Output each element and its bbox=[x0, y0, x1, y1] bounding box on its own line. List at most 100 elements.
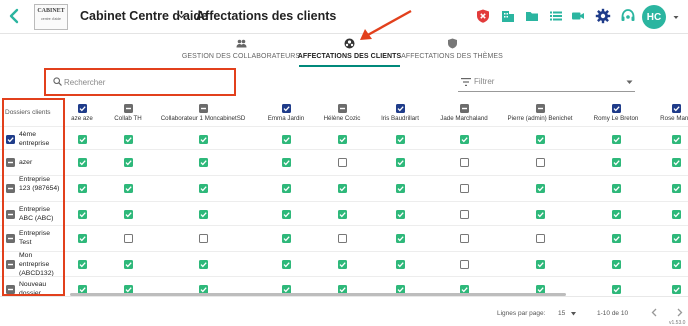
shield-alert-icon[interactable] bbox=[476, 9, 490, 23]
assignment-checkbox[interactable] bbox=[460, 210, 469, 219]
assignment-checkbox[interactable] bbox=[672, 184, 681, 193]
assignment-checkbox[interactable] bbox=[199, 158, 208, 167]
assignment-checkbox[interactable] bbox=[282, 210, 291, 219]
assignment-checkbox[interactable] bbox=[78, 158, 87, 167]
assignment-checkbox[interactable] bbox=[536, 210, 545, 219]
assignment-checkbox[interactable] bbox=[338, 158, 347, 167]
assignment-checkbox[interactable] bbox=[672, 135, 681, 144]
assignment-checkbox[interactable] bbox=[536, 234, 545, 243]
row-divider bbox=[0, 201, 688, 202]
assignment-checkbox[interactable] bbox=[612, 210, 621, 219]
filter-label: Filtrer bbox=[474, 77, 495, 86]
assignment-checkbox[interactable] bbox=[282, 234, 291, 243]
avatar[interactable]: HC bbox=[642, 5, 666, 29]
assignment-checkbox[interactable] bbox=[396, 158, 405, 167]
assignment-checkbox[interactable] bbox=[396, 210, 405, 219]
assignment-checkbox[interactable] bbox=[672, 234, 681, 243]
column-header-label: Jade Marchaland bbox=[440, 115, 488, 122]
assignment-checkbox[interactable] bbox=[124, 158, 133, 167]
column-select-all-checkbox[interactable] bbox=[612, 104, 621, 113]
assignment-checkbox[interactable] bbox=[612, 184, 621, 193]
chevron-left-icon[interactable] bbox=[650, 308, 658, 317]
assignment-checkbox[interactable] bbox=[338, 184, 347, 193]
assignment-checkbox[interactable] bbox=[460, 135, 469, 144]
assignment-checkbox[interactable] bbox=[536, 135, 545, 144]
app-title[interactable]: Cabinet Centre d'aide bbox=[80, 9, 208, 23]
assignment-checkbox[interactable] bbox=[78, 234, 87, 243]
column-header-label: Emma Jardin bbox=[267, 115, 305, 122]
assignment-checkbox[interactable] bbox=[536, 158, 545, 167]
assignment-checkbox[interactable] bbox=[612, 285, 621, 294]
chevron-down-icon[interactable] bbox=[178, 13, 185, 19]
assignment-checkbox[interactable] bbox=[199, 234, 208, 243]
support-headset-icon[interactable] bbox=[620, 8, 636, 24]
column-select-all-checkbox[interactable] bbox=[536, 104, 545, 113]
assignment-checkbox[interactable] bbox=[672, 285, 681, 294]
assignment-checkbox[interactable] bbox=[396, 184, 405, 193]
tab-gestion-collaborateurs[interactable]: GESTION DES COLLABORATEURS bbox=[182, 37, 300, 67]
column-select-all-checkbox[interactable] bbox=[460, 104, 469, 113]
folder-icon[interactable] bbox=[525, 9, 539, 23]
assignment-checkbox[interactable] bbox=[460, 158, 469, 167]
assignment-checkbox[interactable] bbox=[536, 260, 545, 269]
assignment-checkbox[interactable] bbox=[396, 234, 405, 243]
assignment-checkbox[interactable] bbox=[612, 158, 621, 167]
assignment-checkbox[interactable] bbox=[672, 260, 681, 269]
assignment-checkbox[interactable] bbox=[78, 184, 87, 193]
chevron-down-icon[interactable] bbox=[673, 15, 679, 20]
assignment-checkbox[interactable] bbox=[338, 234, 347, 243]
assignment-checkbox[interactable] bbox=[338, 135, 347, 144]
active-tab-indicator bbox=[299, 65, 400, 67]
assignment-checkbox[interactable] bbox=[338, 260, 347, 269]
rows-per-page-select[interactable]: 15 bbox=[558, 310, 565, 317]
assignment-checkbox[interactable] bbox=[124, 210, 133, 219]
video-icon[interactable] bbox=[571, 9, 585, 23]
column-select-all-checkbox[interactable] bbox=[282, 104, 291, 113]
assignment-checkbox[interactable] bbox=[282, 184, 291, 193]
assignment-checkbox[interactable] bbox=[672, 158, 681, 167]
assignment-checkbox[interactable] bbox=[338, 210, 347, 219]
list-icon[interactable] bbox=[549, 9, 563, 23]
assignment-checkbox[interactable] bbox=[396, 135, 405, 144]
assignment-checkbox[interactable] bbox=[612, 260, 621, 269]
building-icon[interactable] bbox=[501, 9, 515, 23]
assignment-checkbox[interactable] bbox=[199, 135, 208, 144]
column-select-all-checkbox[interactable] bbox=[396, 104, 405, 113]
assignment-checkbox[interactable] bbox=[124, 135, 133, 144]
assignment-checkbox[interactable] bbox=[672, 210, 681, 219]
column-select-all-checkbox[interactable] bbox=[199, 104, 208, 113]
assignment-checkbox[interactable] bbox=[282, 135, 291, 144]
column-select-all-checkbox[interactable] bbox=[338, 104, 347, 113]
back-arrow-icon[interactable] bbox=[6, 8, 22, 24]
assignment-checkbox[interactable] bbox=[199, 210, 208, 219]
assignment-checkbox[interactable] bbox=[460, 260, 469, 269]
assignment-checkbox[interactable] bbox=[536, 184, 545, 193]
column-select-all-checkbox[interactable] bbox=[78, 104, 87, 113]
people-icon bbox=[236, 39, 246, 48]
assignment-checkbox[interactable] bbox=[282, 260, 291, 269]
column-select-all-checkbox[interactable] bbox=[672, 104, 681, 113]
assignment-checkbox[interactable] bbox=[612, 234, 621, 243]
assignment-checkbox[interactable] bbox=[78, 260, 87, 269]
assignment-checkbox[interactable] bbox=[396, 260, 405, 269]
chevron-down-icon[interactable] bbox=[571, 312, 576, 316]
assignment-checkbox[interactable] bbox=[282, 158, 291, 167]
assignment-checkbox[interactable] bbox=[124, 260, 133, 269]
assignment-checkbox[interactable] bbox=[460, 234, 469, 243]
assignment-checkbox[interactable] bbox=[124, 234, 133, 243]
assignment-checkbox[interactable] bbox=[199, 260, 208, 269]
tab-affectations-themes[interactable]: AFFECTATIONS DES THÈMES bbox=[401, 37, 503, 67]
assignment-checkbox[interactable] bbox=[460, 184, 469, 193]
assignment-checkbox[interactable] bbox=[199, 184, 208, 193]
gear-icon[interactable] bbox=[595, 8, 611, 24]
filter-select[interactable]: Filtrer bbox=[458, 73, 635, 92]
chevron-right-icon[interactable] bbox=[676, 308, 684, 317]
assignment-checkbox[interactable] bbox=[78, 210, 87, 219]
column-select-all-checkbox[interactable] bbox=[124, 104, 133, 113]
assignment-checkbox[interactable] bbox=[612, 135, 621, 144]
column-header-label: Iris Baudrillart bbox=[381, 115, 419, 122]
assignment-checkbox[interactable] bbox=[78, 135, 87, 144]
search-input[interactable] bbox=[50, 74, 230, 90]
assignment-checkbox[interactable] bbox=[124, 184, 133, 193]
column-header-label: Collab TH bbox=[114, 115, 142, 122]
